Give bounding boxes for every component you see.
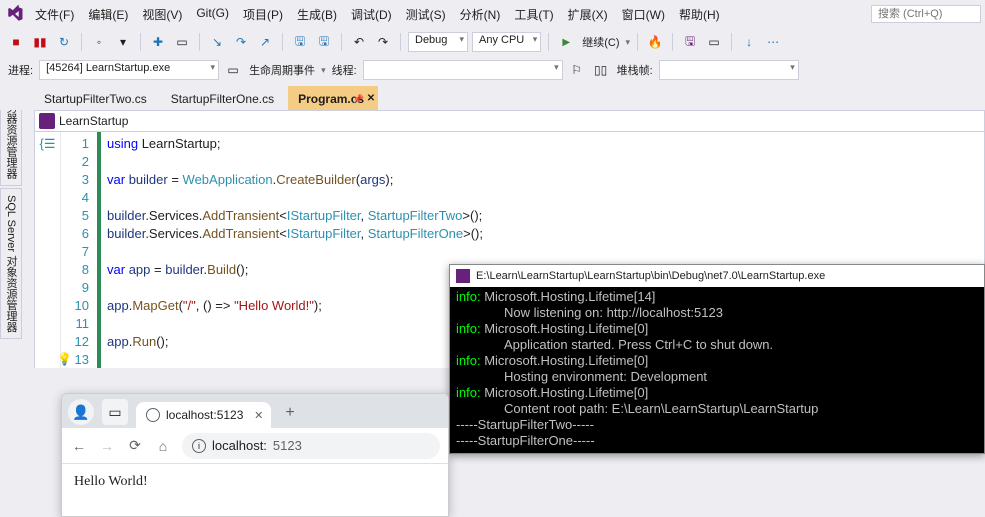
tabs-icon[interactable]: ▭ [102,399,128,425]
forward-icon[interactable]: → [98,437,116,455]
tab-close-icon[interactable]: ✕ [254,409,263,422]
save-all-icon[interactable]: 🖫 [314,32,334,52]
close-icon[interactable]: ✕ [367,93,375,104]
restart-icon[interactable]: ↻ [54,32,74,52]
menu-item[interactable]: 项目(P) [236,2,290,27]
browser-tab-strip: 👤 ▭ localhost:5123 ✕ + [62,394,448,428]
menu-item[interactable]: 编辑(E) [81,2,135,27]
console-output: info: Microsoft.Hosting.Lifetime[14]Now … [450,287,984,451]
new-item-icon[interactable]: ✚ [148,32,168,52]
menu-item[interactable]: 窗口(W) [615,2,672,27]
console-titlebar[interactable]: E:\Learn\LearnStartup\LearnStartup\bin\D… [450,265,984,287]
menu-bar: 文件(F)编辑(E)视图(V)Git(G)项目(P)生成(B)调试(D)测试(S… [0,0,985,28]
console-icon [456,269,470,283]
menu-item[interactable]: 分析(N) [453,2,508,27]
menu-item[interactable]: 测试(S) [399,2,453,27]
toolbar-main: ■ ▮▮ ↻ ◦ ▾ ✚ ▭ ↘ ↷ ↗ 🖫 🖫 ↶ ↷ Debug Any C… [0,28,985,56]
site-info-icon[interactable]: i [192,439,206,453]
browser-viewport: Hello World! [62,464,448,500]
browser-tab-title: localhost:5123 [166,408,243,422]
tab-program[interactable]: Program.cs 📌 ✕ [288,86,378,110]
profile-icon[interactable]: 👤 [68,399,94,425]
lifecycle-icon[interactable]: ▭ [223,60,243,80]
step-out-icon[interactable]: ↗ [255,32,275,52]
menu-item[interactable]: 帮助(H) [672,2,727,27]
process-label: 进程: [6,62,35,78]
stackframe-combo[interactable] [659,60,799,80]
tab-startupfilterone[interactable]: StartupFilterOne.cs [161,87,288,110]
breadcrumb-project: LearnStartup [59,114,128,128]
left-rail: 服务器资源管理器 SQL Server 对象资源管理器 [0,84,22,341]
continue-button[interactable]: 继续(C) [580,34,621,50]
menu-item[interactable]: 扩展(X) [561,2,615,27]
step-icon[interactable]: ↓ [739,32,759,52]
menu-item[interactable]: 调试(D) [344,2,399,27]
console-title-text: E:\Learn\LearnStartup\LearnStartup\bin\D… [476,270,825,282]
hot-reload-icon[interactable]: 🔥 [645,32,665,52]
menu-item[interactable]: 文件(F) [28,2,81,27]
address-bar[interactable]: i localhost: 5123 [182,433,440,459]
vs-logo-icon [4,3,26,25]
address-host: localhost: [212,438,267,453]
pause-icon[interactable]: ▮▮ [30,32,50,52]
menu-item[interactable]: 视图(V) [135,2,189,27]
lightbulb-icon[interactable]: 💡 [57,352,72,366]
continue-play-icon[interactable]: ▶ [556,32,576,52]
more-icon[interactable]: ⋯ [763,32,783,52]
toolbar-debug: 进程: [45264] LearnStartup.exe ▭ 生命周期事件 ▾ … [0,56,985,84]
address-port: 5123 [273,438,302,453]
code-nav-bar[interactable]: LearnStartup [34,110,985,132]
home-icon[interactable]: ⌂ [154,437,172,455]
project-icon [39,113,55,129]
reload-icon[interactable]: ⟳ [126,437,144,455]
browser-tab[interactable]: localhost:5123 ✕ [136,402,271,428]
stackframe-label: 堆栈帧: [615,62,655,78]
search-input[interactable] [871,5,981,23]
undo-icon[interactable]: ↶ [349,32,369,52]
console-window[interactable]: E:\Learn\LearnStartup\LearnStartup\bin\D… [449,264,985,454]
open-icon[interactable]: ▭ [172,32,192,52]
nav-back-icon[interactable]: ◦ [89,32,109,52]
thread-combo[interactable] [363,60,563,80]
rail-sql-explorer[interactable]: SQL Server 对象资源管理器 [0,188,22,339]
thread-label: 线程: [330,62,359,78]
menu-item[interactable]: 生成(B) [290,2,344,27]
save-icon[interactable]: 🖫 [290,32,310,52]
back-icon[interactable]: ← [70,437,88,455]
menu-item[interactable]: 工具(T) [507,2,560,27]
flag-icon[interactable]: ⚐ [567,60,587,80]
config-combo[interactable]: Debug [408,32,468,52]
browser-window[interactable]: 👤 ▭ localhost:5123 ✕ + ← → ⟳ ⌂ i localho… [61,393,449,517]
threads-icon[interactable]: ▯▯ [591,60,611,80]
save-debug-icon[interactable]: 🖫 [680,32,700,52]
pin-icon[interactable]: 📌 [353,94,364,105]
frame-icon[interactable]: ▭ [704,32,724,52]
document-tab-row: StartupFilterTwo.cs StartupFilterOne.cs … [0,84,985,110]
step-into-icon[interactable]: ↘ [207,32,227,52]
redo-icon[interactable]: ↷ [373,32,393,52]
menu-item[interactable]: Git(G) [189,2,236,27]
stop-icon[interactable]: ■ [6,32,26,52]
process-combo[interactable]: [45264] LearnStartup.exe [39,60,219,80]
lifecycle-label: 生命周期事件 [247,62,317,78]
outline-gutter: {☰ [35,132,61,368]
browser-toolbar: ← → ⟳ ⌂ i localhost: 5123 [62,428,448,464]
tab-startupfiltertwo[interactable]: StartupFilterTwo.cs [34,87,161,110]
platform-combo[interactable]: Any CPU [472,32,541,52]
nav-fwd-icon[interactable]: ▾ [113,32,133,52]
step-over-icon[interactable]: ↷ [231,32,251,52]
line-number-gutter: 12345678910111213 [61,132,97,368]
new-tab-button[interactable]: + [279,404,300,428]
globe-icon [146,408,160,422]
